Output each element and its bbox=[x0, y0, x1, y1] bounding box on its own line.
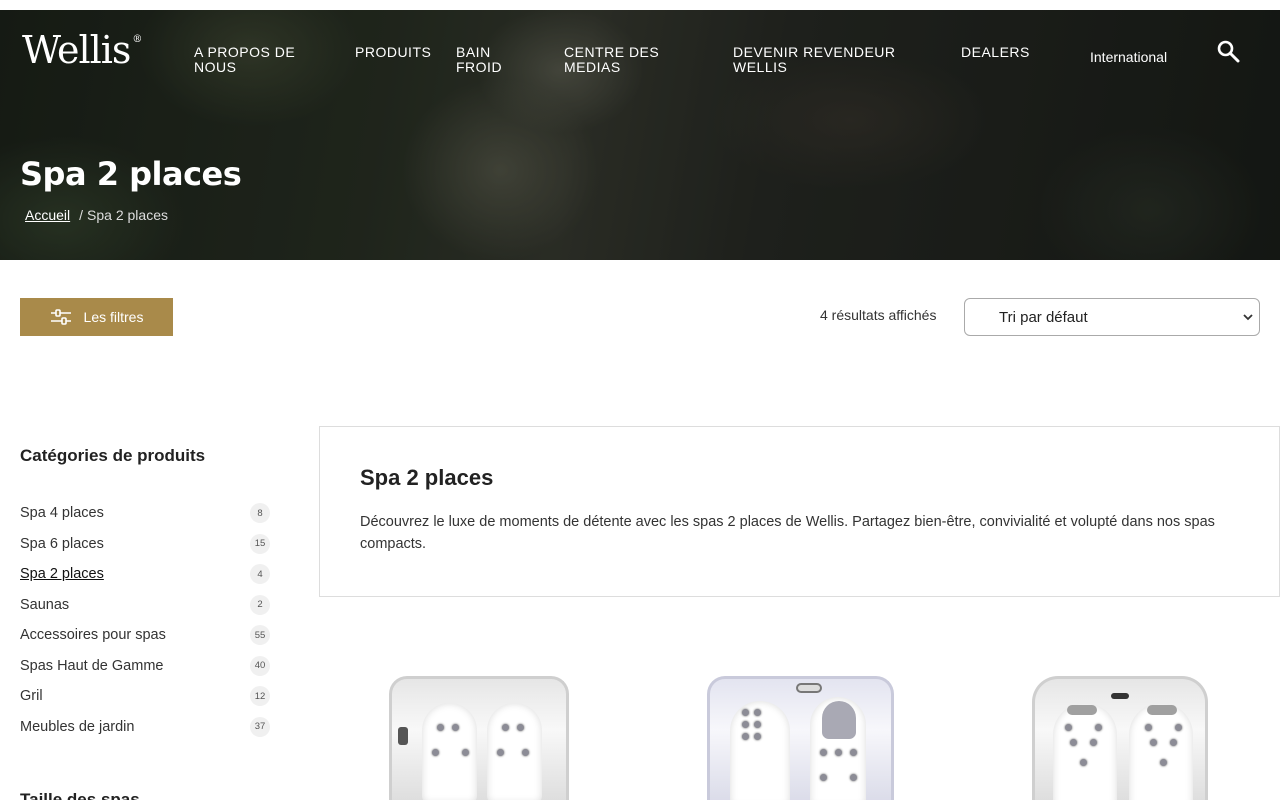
chevron-down-icon bbox=[1243, 314, 1253, 321]
description-text: Découvrez le luxe de moments de détente … bbox=[360, 514, 1215, 552]
wellis-logo[interactable]: Wellis ® bbox=[22, 28, 142, 72]
nav-item-dealers[interactable]: DEALERS bbox=[961, 45, 1030, 60]
category-item[interactable]: Spas Haut de Gamme 40 bbox=[20, 651, 270, 682]
category-item[interactable]: Saunas 2 bbox=[20, 590, 270, 621]
sort-select[interactable]: Tri par défaut bbox=[964, 298, 1260, 336]
region-selector[interactable]: International bbox=[1090, 49, 1167, 65]
category-count-badge: 2 bbox=[250, 594, 270, 615]
nav-item-bain-froid[interactable]: BAIN FROID bbox=[456, 45, 502, 75]
category-item[interactable]: Spa 6 places 15 bbox=[20, 529, 270, 560]
results-count: 4 résultats affichés bbox=[820, 307, 937, 323]
breadcrumb-current: Spa 2 places bbox=[87, 207, 168, 223]
category-count-badge: 12 bbox=[250, 686, 270, 707]
category-count-badge: 55 bbox=[250, 625, 270, 646]
filters-button[interactable]: Les filtres bbox=[20, 298, 173, 336]
nav-item-devenir-revendeur[interactable]: DEVENIR REVENDEUR WELLIS bbox=[733, 45, 896, 75]
product-image[interactable] bbox=[707, 676, 894, 800]
product-image[interactable] bbox=[1032, 676, 1208, 800]
category-list: Spa 4 places 8 Spa 6 places 15 Spa 2 place… bbox=[20, 498, 270, 742]
category-count-badge: 4 bbox=[250, 564, 270, 585]
page-title: Spa 2 places bbox=[20, 155, 242, 193]
nav-item-a-propos[interactable]: A PROPOS DE NOUS bbox=[194, 45, 295, 75]
description-title: Spa 2 places bbox=[360, 465, 494, 490]
sliders-icon bbox=[50, 309, 71, 325]
category-item-active[interactable]: Spa 2 places 4 bbox=[20, 559, 270, 590]
category-item[interactable]: Spa 4 places 8 bbox=[20, 498, 270, 529]
size-filter-title: Taille des spas bbox=[20, 790, 140, 800]
hero-banner: Wellis ® A PROPOS DE NOUS PRODUITS BAIN FRO… bbox=[0, 10, 1280, 260]
product-card[interactable] bbox=[1032, 676, 1208, 800]
categories-title: Catégories de produits bbox=[20, 446, 206, 465]
breadcrumb-home-link[interactable]: Accueil bbox=[25, 207, 70, 223]
category-count-badge: 37 bbox=[250, 716, 270, 737]
breadcrumb: Accueil / Spa 2 places bbox=[25, 207, 168, 223]
category-count-badge: 15 bbox=[250, 533, 270, 554]
top-strip bbox=[0, 0, 1280, 10]
product-card[interactable] bbox=[389, 676, 569, 800]
category-item[interactable]: Gril 12 bbox=[20, 681, 270, 712]
category-description: Spa 2 places Découvrez le luxe de moment… bbox=[319, 426, 1280, 597]
product-image[interactable] bbox=[389, 676, 569, 800]
filters-button-label: Les filtres bbox=[83, 309, 144, 325]
category-count-badge: 40 bbox=[250, 655, 270, 676]
nav-item-produits[interactable]: PRODUITS bbox=[355, 45, 431, 60]
category-item[interactable]: Meubles de jardin 37 bbox=[20, 712, 270, 743]
nav-item-centre-des-medias[interactable]: CENTRE DES MEDIAS bbox=[564, 45, 659, 75]
category-count-badge: 8 bbox=[250, 503, 270, 524]
sort-select-value: Tri par défaut bbox=[999, 308, 1088, 326]
product-card[interactable] bbox=[707, 676, 894, 800]
search-icon[interactable] bbox=[1216, 39, 1240, 63]
category-item[interactable]: Accessoires pour spas 55 bbox=[20, 620, 270, 651]
